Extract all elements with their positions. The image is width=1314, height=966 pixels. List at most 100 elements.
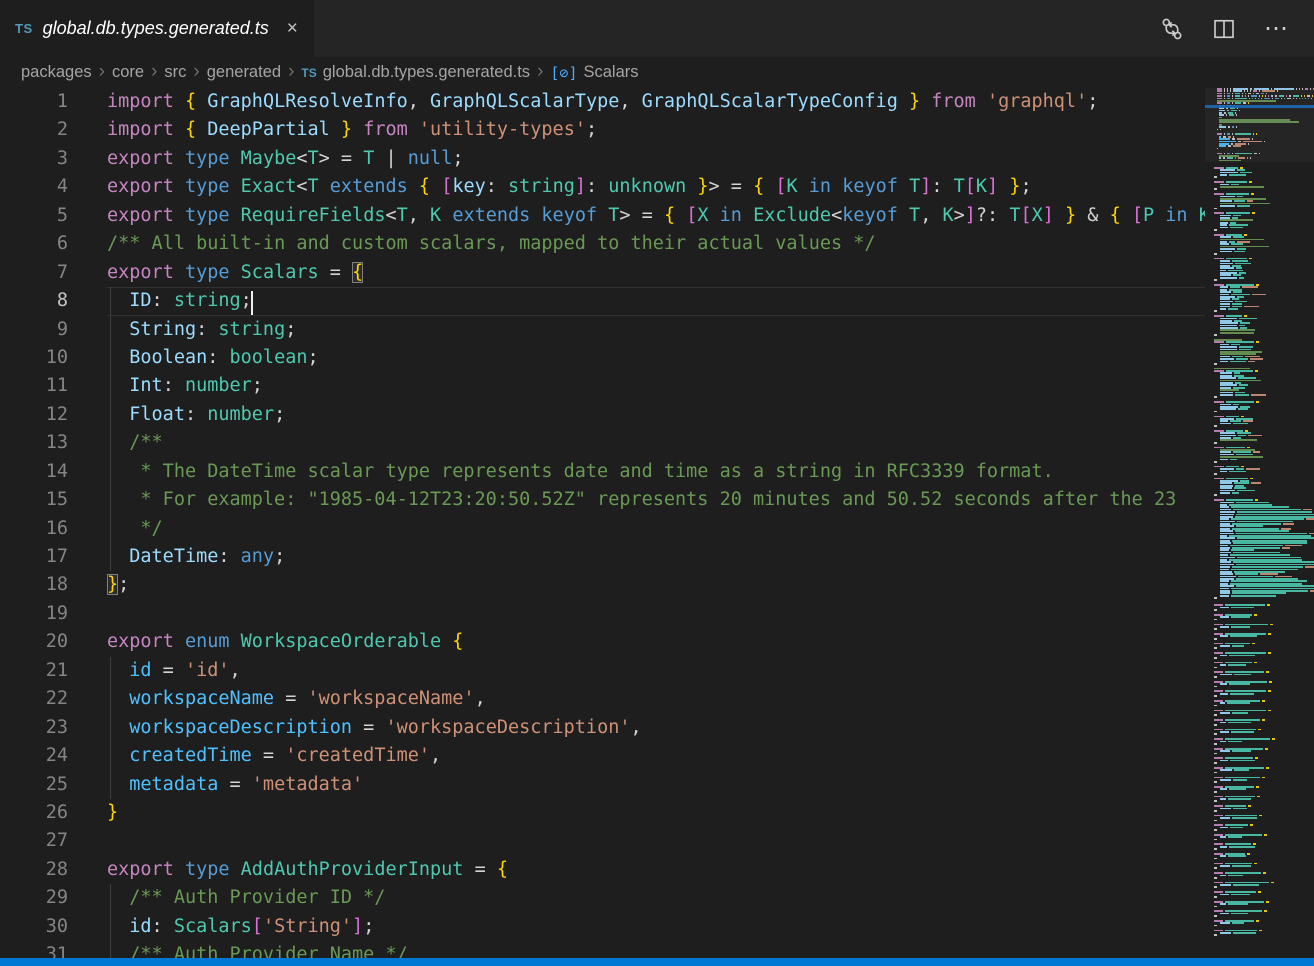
line-number: 1 [0, 88, 68, 116]
code-line[interactable]: import { DeepPartial } from 'utility-typ… [107, 116, 1205, 144]
typescript-file-icon: TS [15, 21, 33, 36]
line-number: 23 [0, 714, 68, 742]
code-line[interactable]: String: string; [107, 316, 1205, 344]
line-number: 31 [0, 941, 68, 958]
code-line[interactable]: metadata = 'metadata' [107, 771, 1205, 799]
line-number: 19 [0, 600, 68, 628]
code-line[interactable]: id = 'id', [107, 657, 1205, 685]
line-number: 5 [0, 202, 68, 230]
code-line[interactable]: export type AddAuthProviderInput = { [107, 856, 1205, 884]
code-line[interactable]: /** [107, 429, 1205, 457]
minimap[interactable] [1205, 88, 1314, 958]
code-line[interactable]: export type Exact<T extends { [key: stri… [107, 173, 1205, 201]
code-line[interactable] [107, 600, 1205, 628]
code-line[interactable]: export type Scalars = { [107, 259, 1205, 287]
code-line[interactable]: export enum WorkspaceOrderable { [107, 628, 1205, 656]
code-line[interactable]: createdTime = 'createdTime', [107, 742, 1205, 770]
code-line[interactable]: Boolean: boolean; [107, 344, 1205, 372]
code-line[interactable]: Int: number; [107, 372, 1205, 400]
line-number: 9 [0, 316, 68, 344]
breadcrumb-label: src [164, 63, 186, 82]
code-line[interactable]: */ [107, 515, 1205, 543]
open-changes-icon[interactable] [1160, 17, 1184, 41]
breadcrumb-separator: › [281, 61, 301, 83]
line-number: 24 [0, 742, 68, 770]
line-number: 18 [0, 571, 68, 599]
editor-actions: ⋯ [1160, 0, 1314, 57]
breadcrumb-separator: › [92, 61, 112, 83]
breadcrumb-label: Scalars [583, 63, 638, 82]
breadcrumb-item-core[interactable]: core [112, 63, 144, 82]
line-number: 20 [0, 628, 68, 656]
line-number: 16 [0, 515, 68, 543]
line-number: 30 [0, 913, 68, 941]
code-line[interactable]: /** Auth Provider ID */ [107, 884, 1205, 912]
line-number: 29 [0, 884, 68, 912]
line-number: 10 [0, 344, 68, 372]
code-area[interactable]: import { GraphQLResolveInfo, GraphQLScal… [107, 88, 1205, 958]
code-line[interactable]: } [107, 799, 1205, 827]
line-number: 7 [0, 259, 68, 287]
vscode-window: TS global.db.types.generated.ts × [0, 0, 1314, 966]
symbol-type-icon: [⊘] [550, 64, 577, 82]
line-number: 15 [0, 486, 68, 514]
breadcrumb-label: generated [207, 63, 281, 82]
line-number: 17 [0, 543, 68, 571]
breadcrumb-item-scalars[interactable]: [⊘] Scalars [550, 63, 638, 82]
line-number: 13 [0, 429, 68, 457]
code-line[interactable]: /** Auth Provider Name */ [107, 941, 1205, 958]
code-line[interactable] [107, 827, 1205, 855]
code-line[interactable]: workspaceDescription = 'workspaceDescrip… [107, 714, 1205, 742]
line-number: 6 [0, 230, 68, 258]
code-line[interactable]: id: Scalars['String']; [107, 913, 1205, 941]
more-actions-icon[interactable]: ⋯ [1264, 23, 1290, 35]
line-number-gutter[interactable]: 1234567891011121314151617181920212223242… [0, 88, 107, 958]
code-line[interactable]: Float: number; [107, 401, 1205, 429]
tab-bar: TS global.db.types.generated.ts × [0, 0, 1314, 57]
minimap-slider[interactable] [1205, 88, 1314, 162]
line-number: 2 [0, 116, 68, 144]
code-line[interactable]: DateTime: any; [107, 543, 1205, 571]
breadcrumb-label: packages [21, 63, 92, 82]
typescript-file-icon: TS [301, 66, 316, 80]
tab-label: global.db.types.generated.ts [43, 18, 269, 39]
text-cursor [251, 291, 253, 315]
breadcrumb-label: global.db.types.generated.ts [323, 63, 530, 82]
code-line[interactable]: export type RequireFields<T, K extends k… [107, 202, 1205, 230]
line-number: 26 [0, 799, 68, 827]
code-line[interactable]: ID: string; [107, 287, 1205, 315]
line-number: 14 [0, 458, 68, 486]
breadcrumb-item-generated[interactable]: generated [207, 63, 281, 82]
line-number: 22 [0, 685, 68, 713]
breadcrumb-separator: › [530, 61, 550, 83]
line-number: 12 [0, 401, 68, 429]
line-number: 21 [0, 657, 68, 685]
tab-global-db-types-generated-ts[interactable]: TS global.db.types.generated.ts × [0, 0, 314, 57]
line-number: 11 [0, 372, 68, 400]
line-number: 3 [0, 145, 68, 173]
breadcrumb-separator: › [144, 61, 164, 83]
line-number: 8 [0, 287, 68, 315]
editor-group: 1234567891011121314151617181920212223242… [0, 88, 1314, 958]
breadcrumb-item-global-db-types-generated-ts[interactable]: TS global.db.types.generated.ts [301, 63, 530, 82]
minimap-current-line-highlight [1205, 105, 1314, 108]
breadcrumb-item-packages[interactable]: packages [21, 63, 92, 82]
breadcrumb-label: core [112, 63, 144, 82]
code-line[interactable]: import { GraphQLResolveInfo, GraphQLScal… [107, 88, 1205, 116]
code-line[interactable]: }; [107, 571, 1205, 599]
code-line[interactable]: /** All built-in and custom scalars, map… [107, 230, 1205, 258]
line-number: 4 [0, 173, 68, 201]
breadcrumb-separator: › [186, 61, 206, 83]
code-line[interactable]: workspaceName = 'workspaceName', [107, 685, 1205, 713]
breadcrumb-item-src[interactable]: src [164, 63, 186, 82]
code-line[interactable]: * The DateTime scalar type represents da… [107, 458, 1205, 486]
close-icon[interactable]: × [287, 19, 298, 38]
split-editor-icon[interactable] [1212, 17, 1236, 41]
breadcrumb: packages›core›src›generated›TSglobal.db.… [0, 57, 1314, 88]
line-number: 28 [0, 856, 68, 884]
code-line[interactable]: * For example: "1985-04-12T23:20:50.52Z"… [107, 486, 1205, 514]
line-number: 27 [0, 827, 68, 855]
status-bar[interactable] [0, 958, 1314, 966]
code-line[interactable]: export type Maybe<T> = T | null; [107, 145, 1205, 173]
line-number: 25 [0, 771, 68, 799]
